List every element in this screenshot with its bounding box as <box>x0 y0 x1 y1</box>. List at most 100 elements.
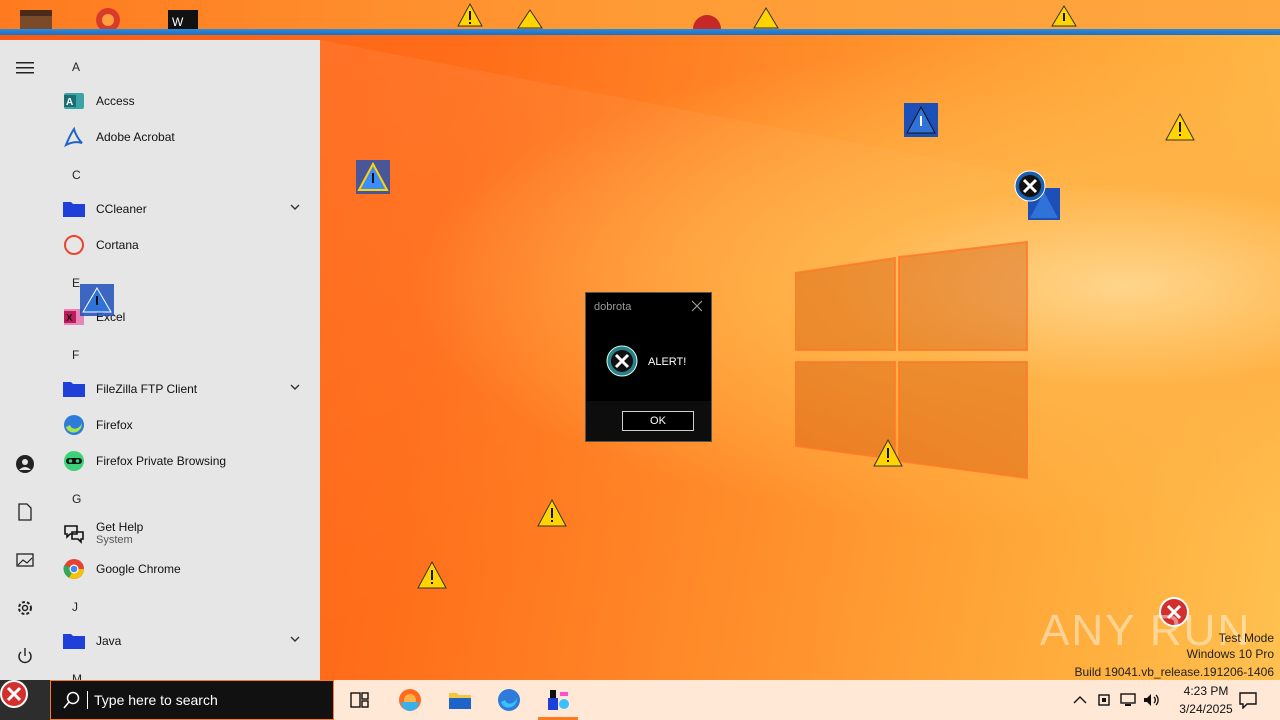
warning-icon <box>356 160 390 194</box>
section-letter-c[interactable]: C <box>72 168 81 182</box>
user-icon <box>16 455 34 473</box>
windows-logo <box>795 240 1028 480</box>
app-filezilla[interactable]: FileZilla FTP Client <box>62 371 310 407</box>
section-letter-f[interactable]: F <box>72 348 79 362</box>
cortana-icon <box>62 233 86 257</box>
task-view-icon <box>350 692 369 708</box>
start-rail <box>0 40 50 680</box>
pictures-button[interactable] <box>13 548 37 572</box>
warning-icon <box>753 7 779 29</box>
search-icon <box>63 691 80 709</box>
documents-button[interactable] <box>13 500 37 524</box>
alert-dialog: dobrota ALERT! OK <box>585 292 712 442</box>
app-adobe-acrobat[interactable]: Adobe Acrobat <box>62 119 310 155</box>
access-icon: A <box>62 89 86 113</box>
hamburger-menu-button[interactable] <box>13 56 37 80</box>
get-help-icon <box>62 521 86 545</box>
app-ccleaner[interactable]: CCleaner <box>62 191 310 227</box>
app-firefox-private[interactable]: Firefox Private Browsing <box>62 443 310 479</box>
warning-icon <box>417 560 447 589</box>
clock-date: 3/24/2025 <box>1179 702 1233 716</box>
device-icon <box>1098 694 1110 706</box>
acrobat-icon <box>62 125 86 149</box>
clock-time: 4:23 PM <box>1183 684 1229 698</box>
document-icon <box>18 503 32 521</box>
edition-label: Windows 10 Pro <box>1186 647 1274 661</box>
build-label: Build 19041.vb_release.191206-1406 <box>1074 665 1275 679</box>
error-icon <box>606 345 638 377</box>
warning-icon <box>1051 5 1077 27</box>
ok-button[interactable]: OK <box>622 411 694 431</box>
taskbar-firefox-button[interactable] <box>497 688 521 712</box>
firefox-icon <box>498 689 520 711</box>
edge-icon <box>399 689 421 711</box>
chevron-down-icon[interactable] <box>290 203 300 211</box>
firefox-icon <box>62 413 86 437</box>
chevron-down-icon[interactable] <box>290 383 300 391</box>
folder-icon <box>62 197 86 221</box>
section-letter-j[interactable]: J <box>72 600 78 614</box>
warning-icon <box>517 9 543 29</box>
warning-icon <box>904 103 938 137</box>
svg-text:W: W <box>172 15 184 29</box>
app-firefox[interactable]: Firefox <box>62 407 310 443</box>
settings-button[interactable] <box>13 596 37 620</box>
show-hidden-icons-button[interactable] <box>1068 688 1092 712</box>
tray-device-button[interactable] <box>1092 688 1116 712</box>
taskbar-edge-button[interactable] <box>398 688 422 712</box>
chevron-down-icon[interactable] <box>290 635 300 643</box>
dialog-message: ALERT! <box>648 356 687 368</box>
warning-icon <box>537 498 567 527</box>
chrome-icon <box>62 557 86 581</box>
error-icon <box>0 680 28 708</box>
dialog-title: dobrota <box>594 301 632 313</box>
test-mode-label: Test Mode <box>1218 631 1274 645</box>
power-button[interactable] <box>13 644 37 668</box>
app-java[interactable]: Java <box>62 623 310 659</box>
app-access[interactable]: A Access <box>62 83 310 119</box>
pictures-icon <box>16 553 34 567</box>
folder-icon <box>62 377 86 401</box>
dialog-footer: OK <box>586 401 711 441</box>
hamburger-icon <box>16 62 34 74</box>
network-icon <box>1120 693 1136 706</box>
start-button[interactable] <box>0 680 50 720</box>
app-list: A A Access Adobe Acrobat C CCleaner Cort… <box>50 40 320 680</box>
dialog-close-button[interactable] <box>691 299 703 315</box>
error-icon <box>1014 170 1060 220</box>
power-icon <box>18 648 32 664</box>
search-box[interactable]: Type here to search <box>50 680 334 720</box>
app-google-chrome[interactable]: Google Chrome <box>62 551 310 587</box>
error-icon <box>693 15 721 30</box>
gear-icon <box>18 601 32 615</box>
tray-volume-button[interactable] <box>1140 688 1164 712</box>
taskbar-explorer-button[interactable] <box>448 688 472 712</box>
app-get-help[interactable]: Get Help System <box>62 515 310 551</box>
app-icon <box>548 690 569 710</box>
top-divider-line <box>0 29 1280 35</box>
warning-icon <box>1165 112 1195 141</box>
section-letter-g[interactable]: G <box>72 492 81 506</box>
search-placeholder: Type here to search <box>94 692 218 708</box>
volume-icon <box>1144 694 1159 706</box>
svg-text:A: A <box>66 97 73 108</box>
section-letter-e[interactable]: E <box>72 276 80 290</box>
close-icon <box>691 300 703 312</box>
taskbar: Type here to search <box>0 680 1280 720</box>
tray-network-button[interactable] <box>1116 688 1140 712</box>
task-view-button[interactable] <box>348 688 372 712</box>
section-letter-m[interactable]: M <box>72 672 82 680</box>
app-cortana[interactable]: Cortana <box>62 227 310 263</box>
taskbar-clock[interactable]: 4:23 PM 3/24/2025 <box>1168 682 1244 718</box>
warning-icon <box>873 438 903 467</box>
warning-icon <box>457 2 483 27</box>
taskbar-active-app-button[interactable] <box>546 688 570 712</box>
section-letter-a[interactable]: A <box>72 60 80 74</box>
user-account-button[interactable] <box>13 452 37 476</box>
folder-icon <box>449 693 471 709</box>
chevron-up-icon <box>1073 696 1087 704</box>
warning-icon <box>80 284 114 316</box>
firefox-private-icon <box>62 449 86 473</box>
folder-icon <box>62 629 86 653</box>
text-cursor <box>87 691 88 709</box>
